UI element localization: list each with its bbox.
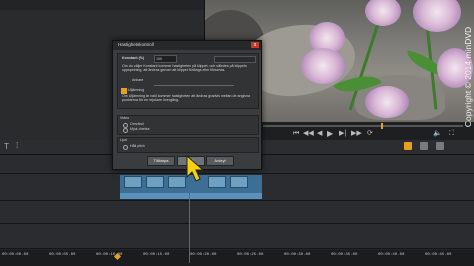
video-section: Video Omvänd Mjuk rörelse xyxy=(117,115,259,135)
dialog-title: Hastighetskontroll xyxy=(118,42,154,47)
text-tool-icon[interactable]: T xyxy=(4,142,9,151)
watermark: Copyright © 2014 minDVD xyxy=(458,2,473,152)
clip-audio-bar[interactable] xyxy=(120,193,262,199)
timeline-track[interactable] xyxy=(0,201,474,224)
timecode-label: 00:00:30.00 xyxy=(284,253,311,257)
dialog-titlebar[interactable]: Hastighetskontroll x xyxy=(113,41,261,50)
anchor-label: Ankare xyxy=(132,78,144,82)
step-forward-icon[interactable]: ▶| xyxy=(339,130,346,138)
fullscreen-icon[interactable]: ⛶ xyxy=(449,130,454,138)
clip-thumbnail xyxy=(230,176,248,188)
smooth-label: Utjämning xyxy=(128,88,145,92)
constant-slider[interactable] xyxy=(214,56,256,63)
flower xyxy=(301,48,345,84)
timecode-label: 00:00:45.00 xyxy=(425,253,452,257)
play-icon[interactable]: ▶ xyxy=(327,130,333,138)
smooth-description: Om Utjämning är vald kommer hastigheten … xyxy=(122,94,251,103)
apply-button[interactable]: Tillämpa xyxy=(147,156,175,166)
keep-pitch-label: Håll pitch xyxy=(130,144,145,148)
reverse-label: Omvänd xyxy=(130,122,144,126)
timecode-label: 00:00:35.00 xyxy=(331,253,358,257)
scrub-bar[interactable] xyxy=(263,125,463,127)
flower xyxy=(365,86,409,118)
loop-icon[interactable]: ⟳ xyxy=(367,130,373,138)
step-back-icon[interactable]: ◀ xyxy=(317,130,322,138)
timeline-track[interactable] xyxy=(0,224,474,249)
timecode-label: 00:00:20.00 xyxy=(190,253,217,257)
constant-input[interactable]: 100 xyxy=(154,55,177,63)
audio-section-label: Ljud xyxy=(120,138,127,142)
constant-description: Om du väljer Konstant kommer hastigheten… xyxy=(122,64,247,73)
track-tool-icon[interactable] xyxy=(404,142,412,150)
clip-thumbnail xyxy=(208,176,226,188)
fast-forward-icon[interactable]: ▶▶ xyxy=(351,130,362,138)
cancel-button[interactable]: Avbryt xyxy=(206,156,234,166)
razor-icon[interactable]: ⁞ xyxy=(16,141,18,150)
track-tool-icon[interactable] xyxy=(420,142,428,150)
timecode-label: 00:00:40.00 xyxy=(378,253,405,257)
timecode-label: 00:00:15.00 xyxy=(143,253,170,257)
volume-icon[interactable]: 🔈 xyxy=(433,130,442,138)
timecode-label: 00:00:00.00 xyxy=(2,253,29,257)
clip-thumbnail xyxy=(124,176,142,188)
close-icon[interactable]: x xyxy=(251,42,259,48)
timecode-label: 00:00:25.00 xyxy=(237,253,264,257)
smooth-motion-label: Mjuk rörelse xyxy=(130,127,150,131)
clip-thumbnail xyxy=(146,176,164,188)
constant-label: Konstant (%) xyxy=(122,56,145,60)
audio-section: Ljud Håll pitch xyxy=(117,137,259,153)
skip-back-icon[interactable]: ⏮ xyxy=(293,130,299,138)
track-tool-icon[interactable] xyxy=(436,142,444,150)
video-section-label: Video xyxy=(120,116,130,120)
rewind-icon[interactable]: ◀◀ xyxy=(303,130,314,138)
watermark-text: Copyright © 2014 minDVD xyxy=(463,26,473,128)
speed-control-dialog: Hastighetskontroll x Konstant (%) 100 Om… xyxy=(112,40,262,170)
anchor-divider xyxy=(154,85,234,86)
speed-section: Konstant (%) 100 Om du väljer Konstant k… xyxy=(117,53,259,109)
cursor-icon xyxy=(186,155,205,182)
timecode-label: 00:00:05.00 xyxy=(49,253,76,257)
scrub-marker[interactable] xyxy=(381,123,383,129)
keep-pitch-option[interactable] xyxy=(123,145,128,150)
smooth-motion-option[interactable] xyxy=(123,128,128,133)
library-toolbar xyxy=(0,0,204,10)
